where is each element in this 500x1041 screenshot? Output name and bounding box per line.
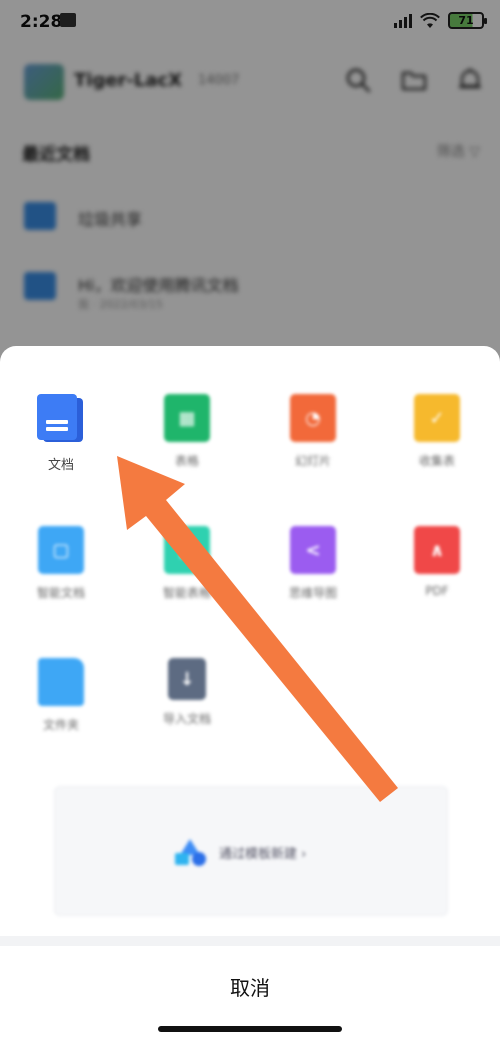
item-label: 文件夹 xyxy=(42,718,79,732)
create-from-template-card[interactable]: 通过模板新建 › xyxy=(54,786,448,916)
create-smart-sheet-item[interactable]: ▤ 智能表格 xyxy=(132,526,242,636)
cancel-button[interactable]: 取消 xyxy=(0,946,500,1026)
create-pdf-item[interactable]: ∧ PDF xyxy=(382,526,492,636)
divider xyxy=(0,936,500,946)
sheet-icon: ▦ xyxy=(164,394,210,442)
import-document-item[interactable]: ↓ 导入文档 xyxy=(132,658,242,768)
item-label: 收集表 xyxy=(418,454,455,468)
document-icon xyxy=(37,394,85,444)
mindmap-icon: < xyxy=(290,526,336,574)
template-icon xyxy=(175,839,206,866)
home-indicator xyxy=(158,1026,342,1032)
create-mindmap-item[interactable]: < 思维导图 xyxy=(258,526,368,636)
create-slides-item[interactable]: ◔ 幻灯片 xyxy=(258,394,368,504)
smart-doc-icon: ▢ xyxy=(38,526,84,574)
item-label: PDF xyxy=(425,584,449,598)
form-icon: ✓ xyxy=(414,394,460,442)
template-label: 通过模板新建 › xyxy=(219,847,307,862)
smart-sheet-icon: ▤ xyxy=(164,526,210,574)
folder-icon xyxy=(38,658,84,706)
item-label: 思维导图 xyxy=(288,586,337,600)
item-label: 幻灯片 xyxy=(294,454,331,468)
item-label: 导入文档 xyxy=(162,712,211,726)
pdf-icon: ∧ xyxy=(414,526,460,574)
create-sheet-item[interactable]: ▦ 表格 xyxy=(132,394,242,504)
create-folder-item[interactable]: 文件夹 xyxy=(6,658,116,768)
create-form-item[interactable]: ✓ 收集表 xyxy=(382,394,492,504)
create-document-item[interactable]: 文档 xyxy=(6,394,116,504)
item-label: 文档 xyxy=(47,458,74,473)
slides-icon: ◔ xyxy=(290,394,336,442)
item-label: 表格 xyxy=(174,454,199,468)
create-smart-doc-item[interactable]: ▢ 智能文档 xyxy=(6,526,116,636)
item-label: 智能表格 xyxy=(162,586,211,600)
item-label: 智能文档 xyxy=(36,586,85,600)
import-icon: ↓ xyxy=(168,658,206,700)
create-bottom-sheet: 文档 ▦ 表格 ◔ 幻灯片 ✓ 收集表 ▢ 智能文档 ▤ 智能表格 < 思维导图… xyxy=(0,346,500,1041)
